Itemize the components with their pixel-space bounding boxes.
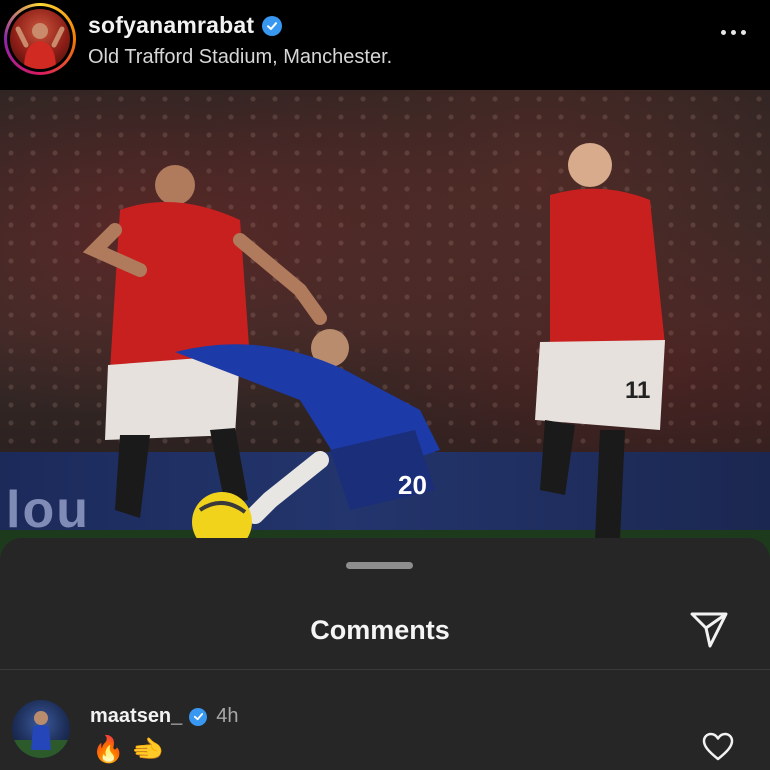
- comment-time: 4h: [216, 705, 239, 727]
- comment-avatar-figure-icon: [12, 711, 70, 758]
- avatar-image: [10, 9, 70, 69]
- verified-badge-icon: [189, 707, 208, 726]
- sheet-drag-handle[interactable]: [346, 562, 413, 569]
- post-location[interactable]: Old Trafford Stadium, Manchester.: [88, 46, 392, 69]
- svg-text:11: 11: [625, 377, 650, 404]
- post-header: sofyanamrabat Old Trafford Stadium, Manc…: [0, 0, 770, 90]
- player-right: 11: [535, 143, 665, 540]
- more-options-icon[interactable]: [721, 30, 746, 35]
- comment-user-row: maatsen_ 4h: [90, 705, 239, 728]
- post-username-row: sofyanamrabat: [88, 12, 283, 39]
- post-username[interactable]: sofyanamrabat: [88, 12, 254, 39]
- comment-avatar[interactable]: [12, 700, 70, 758]
- heart-outline-icon[interactable]: [702, 732, 734, 762]
- comments-sheet: Comments maatsen_ 4h 🔥 🫲: [0, 538, 770, 770]
- player-left: [82, 165, 327, 518]
- comment-username[interactable]: maatsen_: [90, 705, 182, 728]
- comment-text: 🔥 🫲: [92, 734, 164, 764]
- post-photo[interactable]: lou 20 11: [0, 90, 770, 560]
- profile-avatar[interactable]: [4, 3, 76, 75]
- app-root: sofyanamrabat Old Trafford Stadium, Manc…: [0, 0, 770, 770]
- comment-item: maatsen_ 4h 🔥 🫲: [0, 670, 770, 770]
- send-icon[interactable]: [689, 609, 729, 649]
- players-illustration: 20 11: [82, 143, 665, 552]
- comments-title: Comments: [310, 615, 450, 645]
- svg-text:20: 20: [398, 470, 427, 500]
- verified-badge-icon: [262, 15, 283, 36]
- avatar-figure-icon: [15, 23, 65, 69]
